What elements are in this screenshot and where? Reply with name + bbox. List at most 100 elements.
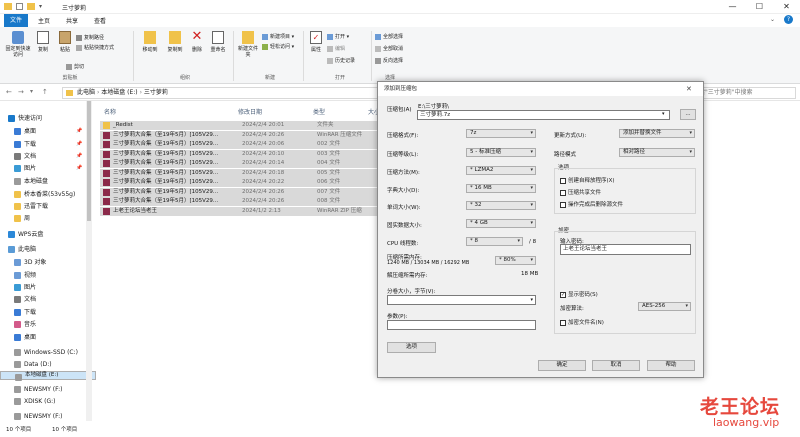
sidebar-item[interactable]: Data (D:) (0, 359, 96, 370)
search-input[interactable]: 搜索"三寸萝莉"中搜索 (688, 87, 796, 99)
word-select[interactable]: * 32 ▾ (466, 201, 536, 210)
sidebar-item[interactable]: 迅雷下载 (0, 201, 96, 212)
column-header-type[interactable]: 类型 (313, 107, 325, 116)
back-icon[interactable]: ← (6, 88, 12, 96)
sidebar-item[interactable]: 音乐 (0, 319, 96, 330)
delete-button[interactable]: ✕ 删除 (188, 30, 206, 53)
recent-locations-icon[interactable]: ▾ (30, 88, 33, 95)
up-icon[interactable]: ↑ (42, 88, 48, 96)
invert-selection-button[interactable]: 反向选择 (375, 57, 403, 64)
sidebar-item[interactable]: 文档 (0, 294, 96, 305)
password-input[interactable]: 上老王论坛当老王 (560, 244, 691, 255)
help-icon[interactable]: ? (784, 15, 793, 24)
sidebar-item[interactable]: 此电脑 (0, 244, 96, 255)
breadcrumb[interactable]: 此电脑 › 本地磁盘 (E:) › 三寸萝莉 (62, 87, 382, 99)
browse-button[interactable]: ... (680, 109, 696, 120)
help-button[interactable]: 帮助 (647, 360, 695, 371)
sidebar-item[interactable]: 视频 (0, 270, 96, 281)
history-button[interactable]: 历史记录 (327, 57, 355, 64)
move-to-button[interactable]: 移动到 (138, 31, 162, 53)
properties-button[interactable]: ✓ 属性 (307, 31, 325, 53)
sidebar-item[interactable]: 桌面 📌 (0, 126, 96, 137)
dict-select[interactable]: * 16 MB ▾ (466, 184, 536, 193)
show-password-checkbox[interactable]: ✓ 显示密码(S) (560, 290, 598, 298)
expand-ribbon-icon[interactable]: ⌄ (770, 16, 775, 23)
ok-button[interactable]: 确定 (538, 360, 586, 371)
breadcrumb-item[interactable]: 三寸萝莉 (144, 89, 168, 96)
sfx-checkbox[interactable]: 创建自释放程序(X) (560, 176, 615, 184)
scrollbar-thumb[interactable] (87, 101, 91, 221)
forward-icon[interactable]: → (18, 88, 24, 96)
sidebar-item[interactable]: 本地磁盘 (E:) (0, 371, 96, 381)
sidebar-item[interactable]: 本地磁盘 (0, 176, 96, 187)
open-button[interactable]: 打开 ▾ (327, 33, 349, 40)
sidebar-item[interactable]: 周 (0, 213, 96, 224)
sidebar-item[interactable]: 下载 📌 (0, 139, 96, 150)
options-button[interactable]: 选项 (387, 342, 436, 353)
sidebar-item[interactable]: 3D 对象 (0, 257, 96, 268)
properties-icon[interactable] (16, 3, 23, 10)
cpu-select[interactable]: * 8 ▾ (466, 237, 523, 246)
paste-button[interactable]: 粘贴 (55, 31, 75, 53)
sidebar-item[interactable]: 图片 (0, 282, 96, 293)
sidebar-item[interactable]: 桥本香菜(53v55g) (0, 189, 96, 200)
file-row[interactable]: 三寸萝莉大合集（至19年5月）[105V29... 2024/2/4 20:26 W… (100, 130, 382, 140)
chevron-down-icon[interactable]: ▾ (662, 111, 665, 117)
column-header-name[interactable]: 名称 (104, 107, 116, 116)
copy-to-button[interactable]: 复制到 (163, 31, 187, 53)
select-all-button[interactable]: 全部选择 (375, 33, 403, 40)
file-row[interactable]: _Redist 2024/2/4 20:01 文件夹 (100, 121, 382, 130)
edit-button[interactable]: 编辑 (327, 45, 345, 52)
new-folder-icon[interactable] (27, 3, 35, 10)
solid-select[interactable]: * 4 GB ▾ (466, 219, 536, 228)
mem-percent-select[interactable]: * 80% ▾ (495, 256, 536, 265)
new-folder-button[interactable]: 新建文件夹 (236, 31, 260, 58)
tab-share[interactable]: 共享 (60, 15, 84, 26)
sidebar-item[interactable]: 下载 (0, 307, 96, 318)
pin-icon[interactable]: 📌 (76, 139, 82, 150)
chevron-down-icon[interactable]: ▾ (39, 3, 42, 10)
pin-icon[interactable]: 📌 (76, 126, 82, 137)
file-row[interactable]: 三寸萝莉大合集（至19年5月）[105V29... 2024/2/4 20:26 0… (100, 187, 382, 197)
sidebar-item[interactable]: NEWSMY (F:) (0, 411, 96, 422)
update-select[interactable]: 添加并替换文件 ▾ (619, 129, 695, 138)
pin-button[interactable]: 固定到快速访问 (4, 31, 32, 58)
file-row[interactable]: 三寸萝莉大合集（至19年5月）[105V29... 2024/2/4 20:26 0… (100, 197, 382, 206)
sidebar-item[interactable]: NEWSMY (F:) (0, 384, 96, 395)
pin-icon[interactable]: 📌 (76, 151, 82, 162)
copy-button[interactable]: 复制 (34, 31, 52, 53)
maximize-button[interactable]: ☐ (746, 0, 773, 14)
copy-path-button[interactable]: 复制路径 (76, 34, 104, 41)
params-input[interactable] (387, 320, 536, 330)
minimize-button[interactable]: — (719, 0, 746, 14)
file-row[interactable]: 三寸萝莉大合集（至19年5月）[105V29... 2024/2/4 20:06 0… (100, 140, 382, 149)
split-size-select[interactable]: ▾ (387, 295, 536, 305)
cancel-button[interactable]: 取消 (592, 360, 640, 371)
pin-icon[interactable]: 📌 (76, 163, 82, 174)
path-mode-select[interactable]: 相对路径 ▾ (619, 148, 695, 157)
easy-access-button[interactable]: 轻松访问 ▾ (262, 43, 294, 50)
tab-home[interactable]: 主页 (32, 15, 56, 26)
sidebar-item[interactable]: 图片 📌 (0, 163, 96, 174)
breadcrumb-item[interactable]: 本地磁盘 (E:) (101, 89, 137, 96)
sidebar-item[interactable]: WPS云盘 (0, 229, 96, 240)
new-item-button[interactable]: 新建项目 ▾ (262, 33, 294, 40)
cut-button[interactable]: 剪切 (66, 63, 84, 70)
close-button[interactable]: ✕ (773, 0, 800, 14)
sidebar-scrollbar[interactable] (86, 101, 92, 421)
level-select[interactable]: 5 - 标准压缩 ▾ (466, 148, 536, 157)
sidebar-item[interactable]: XDISK (G:) (0, 396, 96, 407)
file-row[interactable]: 三寸萝莉大合集（至19年5月）[105V29... 2024/2/4 20:10 0… (100, 149, 382, 159)
dialog-close-icon[interactable]: ✕ (686, 82, 692, 96)
tab-file[interactable]: 文件 (4, 14, 29, 27)
delete-after-checkbox[interactable]: 操作完成后删除源文件 (560, 200, 623, 208)
file-row[interactable]: 上老王论坛当老王 2024/1/2 2:13 WinRAR ZIP 压缩 (100, 206, 382, 216)
tab-view[interactable]: 查看 (88, 15, 112, 26)
sidebar-item[interactable]: 桌面 (0, 332, 96, 343)
select-none-button[interactable]: 全部取消 (375, 45, 403, 52)
sidebar-item[interactable]: Windows-SSD (C:) (0, 347, 96, 358)
encryption-method-select[interactable]: AES-256 ▾ (638, 302, 691, 311)
paste-shortcut-button[interactable]: 粘贴快捷方式 (76, 44, 114, 51)
sidebar-item[interactable]: 快速访问 (0, 113, 96, 124)
rename-button[interactable]: 重命名 (207, 31, 229, 53)
